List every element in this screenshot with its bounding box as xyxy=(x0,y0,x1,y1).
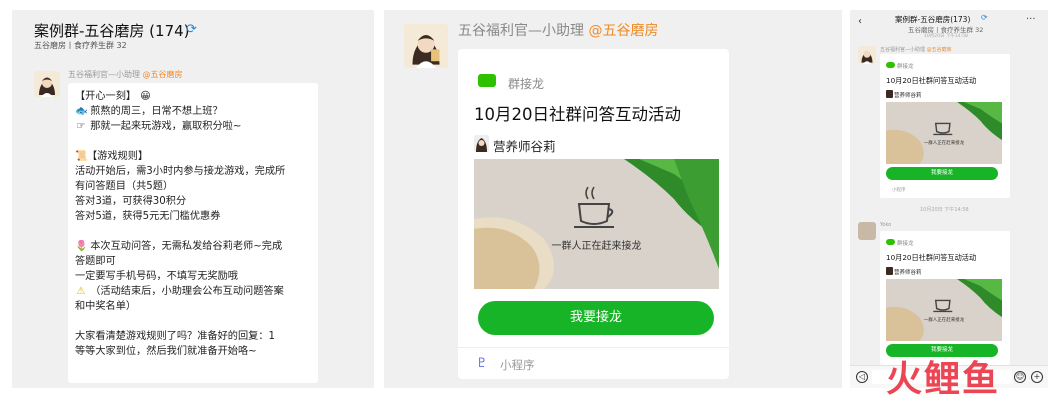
scroll-icon: 📜 xyxy=(75,151,88,162)
jielong-button[interactable]: 我要接龙 xyxy=(886,167,998,180)
sender-tag: @五谷磨房 xyxy=(142,70,183,79)
message-bubble: 【开心一刻】 😀 🐟 煎熬的周三，日常不想上班？ ☞ 那就一起来玩游戏，赢取积分… xyxy=(68,83,318,383)
message-line: 答对3道，可获得30积分 xyxy=(75,196,187,207)
watermark-logo: 火鲤鱼 xyxy=(886,359,1001,400)
timestamp: 10月20日 下午14:58 xyxy=(924,34,968,39)
jielong-card[interactable]: 群接龙 10月20日社群问答互动活动 营养师谷莉 一群人正在赶来接龙 我要接龙 … xyxy=(880,54,1010,198)
wechat-group-icon xyxy=(478,74,496,87)
message-line: 答对5道，获得5元无门槛优惠券 xyxy=(75,211,221,222)
sender-avatar[interactable] xyxy=(34,71,60,97)
sender-name: 五谷福利官—小助理 @五谷磨房 xyxy=(880,47,952,53)
image-caption: 一群人正在赶来接龙 xyxy=(923,141,965,146)
message-line: 一定要写手机号码，不填写无奖励哦 xyxy=(75,271,238,282)
sender-avatar[interactable] xyxy=(404,24,448,68)
author-avatar xyxy=(474,135,489,152)
chat-panel-original: 案例群-五谷磨房 (174) ⟳ 五谷磨房丨食疗养生群 32 五谷福利官—小助理… xyxy=(12,10,374,388)
message-line: 大家看清楚游戏规则了吗？准备好的回复：1 xyxy=(75,331,276,342)
image-caption: 一群人正在赶来接龙 xyxy=(551,241,642,252)
card-divider xyxy=(458,347,729,348)
card-label: 群接龙 xyxy=(508,77,545,91)
image-caption: 一群人正在赶来接龙 xyxy=(923,318,965,323)
card-author: 营养师谷莉 xyxy=(493,139,556,154)
mini-program-icon: ♇ xyxy=(476,356,488,371)
card-title: 10月20日社群问答互动活动 xyxy=(886,253,977,262)
mini-program-label: 小程序 xyxy=(892,188,906,193)
message-line: 🌷 本次互动问答，无需私发给谷莉老师~完成 xyxy=(75,241,283,252)
card-title: 10月20日社群问答互动活动 xyxy=(886,76,977,85)
chat-title: 案例群-五谷磨房 (174) xyxy=(34,22,190,40)
sender-avatar[interactable] xyxy=(858,222,876,240)
smile-icon: 😀 xyxy=(140,91,151,102)
card-label: 群接龙 xyxy=(897,241,914,247)
message-line: ☞ 那就一起来玩游戏，赢取积分啦~ xyxy=(76,121,242,132)
chat-panel-card: 五谷福利官—小助理 @五谷磨房 群接龙 10月20日社群问答互动活动 营养师谷莉… xyxy=(384,10,842,388)
jielong-button[interactable]: 我要接龙 xyxy=(478,301,714,335)
fish-icon: 🐟 xyxy=(75,106,88,117)
mobile-header: ‹ 案例群-五谷磨房(173) ⟳ ··· 五谷磨房丨食疗养生群 32 10月2… xyxy=(850,10,1048,46)
sender-name: 五谷福利官—小助理 @五谷磨房 xyxy=(458,23,659,39)
message-line: 和中奖名单） xyxy=(75,301,137,312)
card-author: 营养师谷莉 xyxy=(894,93,922,99)
jielong-card[interactable]: 群接龙 10月20日社群问答互动活动 营养师谷莉 一群人正在赶来接龙 我要接龙 xyxy=(880,231,1010,365)
sender-avatar[interactable] xyxy=(858,46,876,64)
wechat-group-icon xyxy=(886,239,895,245)
card-label: 群接龙 xyxy=(897,64,914,70)
card-image: 一群人正在赶来接龙 xyxy=(474,159,719,289)
card-author: 营养师谷莉 xyxy=(894,270,922,276)
message-line: 🐟 煎熬的周三，日常不想上班？ xyxy=(75,106,223,117)
more-icon[interactable]: ··· xyxy=(1026,14,1036,25)
tulip-icon: 🌷 xyxy=(75,241,88,252)
back-icon[interactable]: ‹ xyxy=(858,16,862,27)
author-avatar xyxy=(886,90,893,98)
message-line: 活动开始后，需3小时内参与接龙游戏，完成所 xyxy=(75,166,286,177)
pointer-icon: ☞ xyxy=(76,121,86,132)
loop-icon: ⟳ xyxy=(981,13,988,22)
message-line: ⚠ （活动结束后，小助理会公布互动问题答案 xyxy=(76,286,284,297)
loop-icon: ⟳ xyxy=(186,22,197,37)
card-image: 一群人正在赶来接龙 xyxy=(886,279,1002,341)
jielong-card[interactable]: 群接龙 10月20日社群问答互动活动 营养师谷莉 一群人正在赶来接龙 我要接龙 … xyxy=(458,49,729,379)
chat-header: 案例群-五谷磨房 (174) ⟳ 五谷磨房丨食疗养生群 32 xyxy=(12,10,374,56)
chat-panel-mobile: ‹ 案例群-五谷磨房(173) ⟳ ··· 五谷磨房丨食疗养生群 32 10月2… xyxy=(850,10,1048,388)
message-line: 答题即可 xyxy=(75,256,116,267)
chat-subtitle: 五谷磨房丨食疗养生群 32 xyxy=(34,41,127,50)
card-title: 10月20日社群问答互动活动 xyxy=(474,105,681,124)
message-line: 📜【游戏规则】 xyxy=(75,151,149,162)
sender-name: 五谷福利官—小助理 @五谷磨房 xyxy=(68,70,183,79)
wechat-group-icon xyxy=(886,62,895,68)
plus-icon[interactable]: + xyxy=(1031,371,1043,383)
timestamp: 10月20日 下午14:58 xyxy=(920,207,969,213)
sender-tag: @五谷磨房 xyxy=(588,23,659,39)
author-avatar xyxy=(886,267,893,275)
card-image: 一群人正在赶来接龙 xyxy=(886,102,1002,164)
sender-name: Yoko xyxy=(880,222,892,228)
mini-program-label: 小程序 xyxy=(500,358,535,372)
message-line: 等等大家到位，然后我们就准备开始咯~ xyxy=(75,346,257,357)
voice-icon[interactable]: ◁ xyxy=(856,371,868,383)
warning-icon: ⚠ xyxy=(76,286,86,297)
emoji-icon[interactable]: ☺ xyxy=(1014,371,1026,383)
message-line: 有问答题目（共5题） xyxy=(75,181,174,192)
message-line: 【开心一刻】 😀 xyxy=(75,91,151,102)
